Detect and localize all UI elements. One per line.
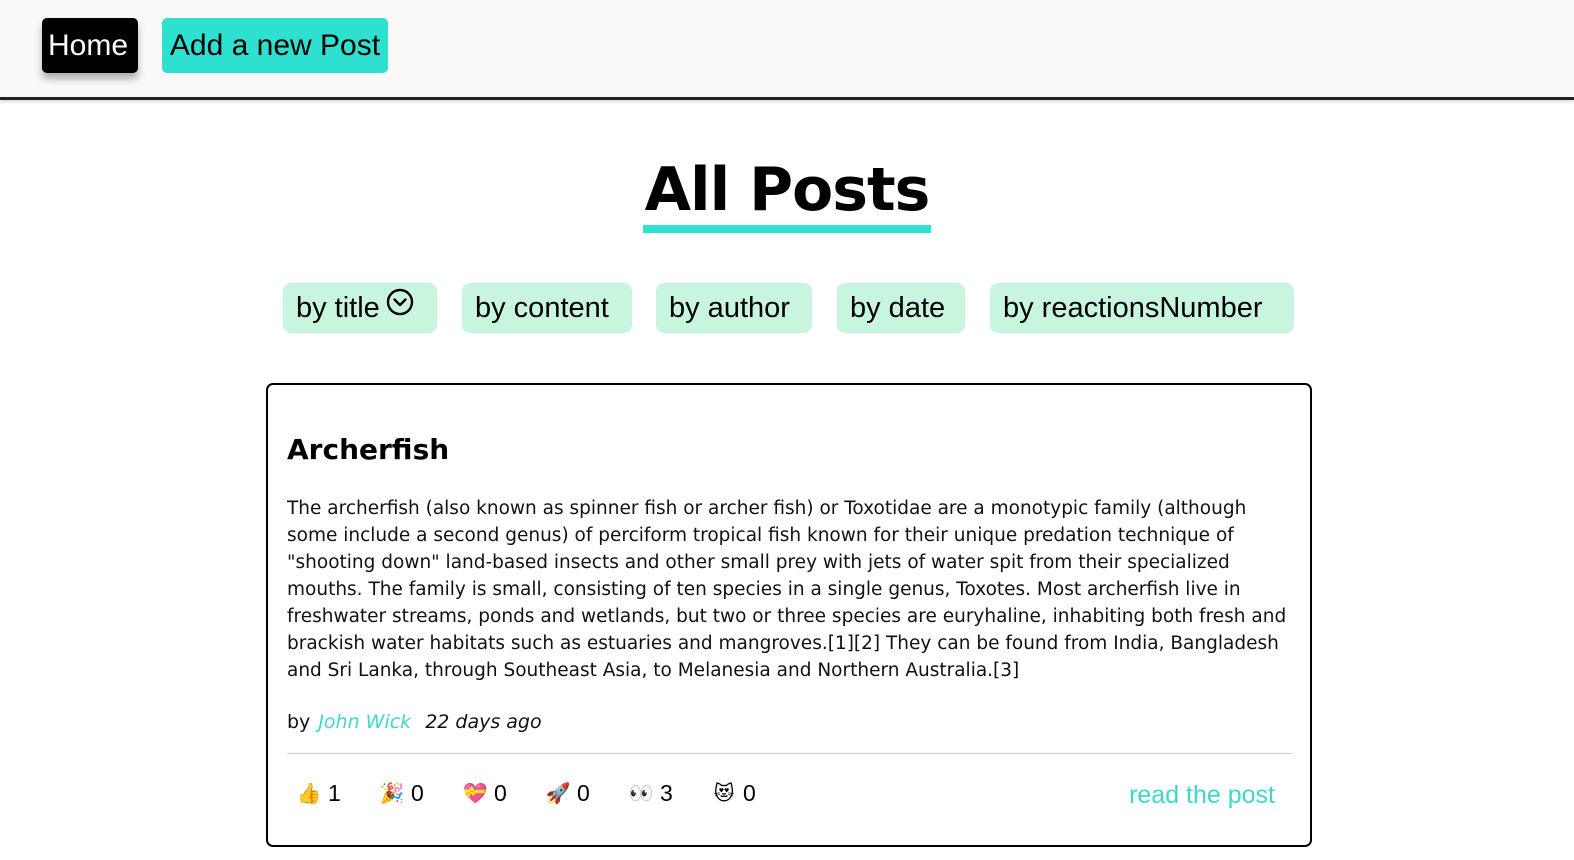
- heart-eyes-cat-icon: 😻: [713, 781, 735, 805]
- reaction-cat-button[interactable]: 😻 0: [709, 778, 756, 808]
- page-title: All Posts: [0, 155, 1574, 233]
- post-meta: by John Wick 22 days ago: [287, 711, 542, 733]
- reaction-thumbs-up-button[interactable]: 👍 1: [294, 778, 341, 808]
- rocket-icon: 🚀: [545, 781, 571, 805]
- reaction-count: 0: [743, 779, 756, 806]
- sort-by-author-button[interactable]: by author: [656, 283, 812, 333]
- sort-by-date-button[interactable]: by date: [837, 283, 965, 333]
- post-title: Archerfish: [287, 433, 450, 466]
- top-navbar: Home Add a new Post: [0, 0, 1574, 100]
- sort-by-title-button[interactable]: by title: [283, 283, 437, 333]
- party-popper-icon: 🎉: [379, 781, 405, 805]
- card-divider: [287, 753, 1292, 754]
- sort-by-title-label: by title: [296, 292, 380, 324]
- reaction-count: 0: [411, 779, 424, 806]
- post-content: The archerfish (also known as spinner fi…: [287, 498, 1287, 681]
- reaction-rocket-button[interactable]: 🚀 0: [543, 778, 590, 808]
- reaction-count: 0: [494, 779, 507, 806]
- reaction-hooray-button[interactable]: 🎉 0: [377, 778, 424, 808]
- eyes-icon: 👀: [628, 781, 654, 805]
- reaction-heart-button[interactable]: 💝 0: [460, 778, 507, 808]
- page-title-text: All Posts: [642, 155, 932, 233]
- thumbs-up-icon: 👍: [296, 781, 322, 805]
- reaction-eyes-button[interactable]: 👀 3: [626, 778, 673, 808]
- chevron-down-circle-icon: [386, 282, 414, 332]
- reaction-count: 0: [577, 779, 590, 806]
- by-label: by: [287, 711, 311, 733]
- sort-by-reactions-button[interactable]: by reactionsNumber: [990, 283, 1294, 333]
- reaction-count: 1: [328, 779, 341, 806]
- post-author-link[interactable]: John Wick: [318, 711, 411, 733]
- read-post-link[interactable]: read the post: [1129, 781, 1275, 810]
- post-card: Archerfish The archerfish (also known as…: [266, 383, 1312, 847]
- sort-by-content-button[interactable]: by content: [462, 283, 632, 333]
- heart-gift-icon: 💝: [462, 781, 488, 805]
- add-post-button[interactable]: Add a new Post: [162, 18, 388, 73]
- reaction-count: 3: [660, 779, 673, 806]
- post-date: 22 days ago: [425, 711, 542, 733]
- home-button[interactable]: Home: [42, 18, 138, 73]
